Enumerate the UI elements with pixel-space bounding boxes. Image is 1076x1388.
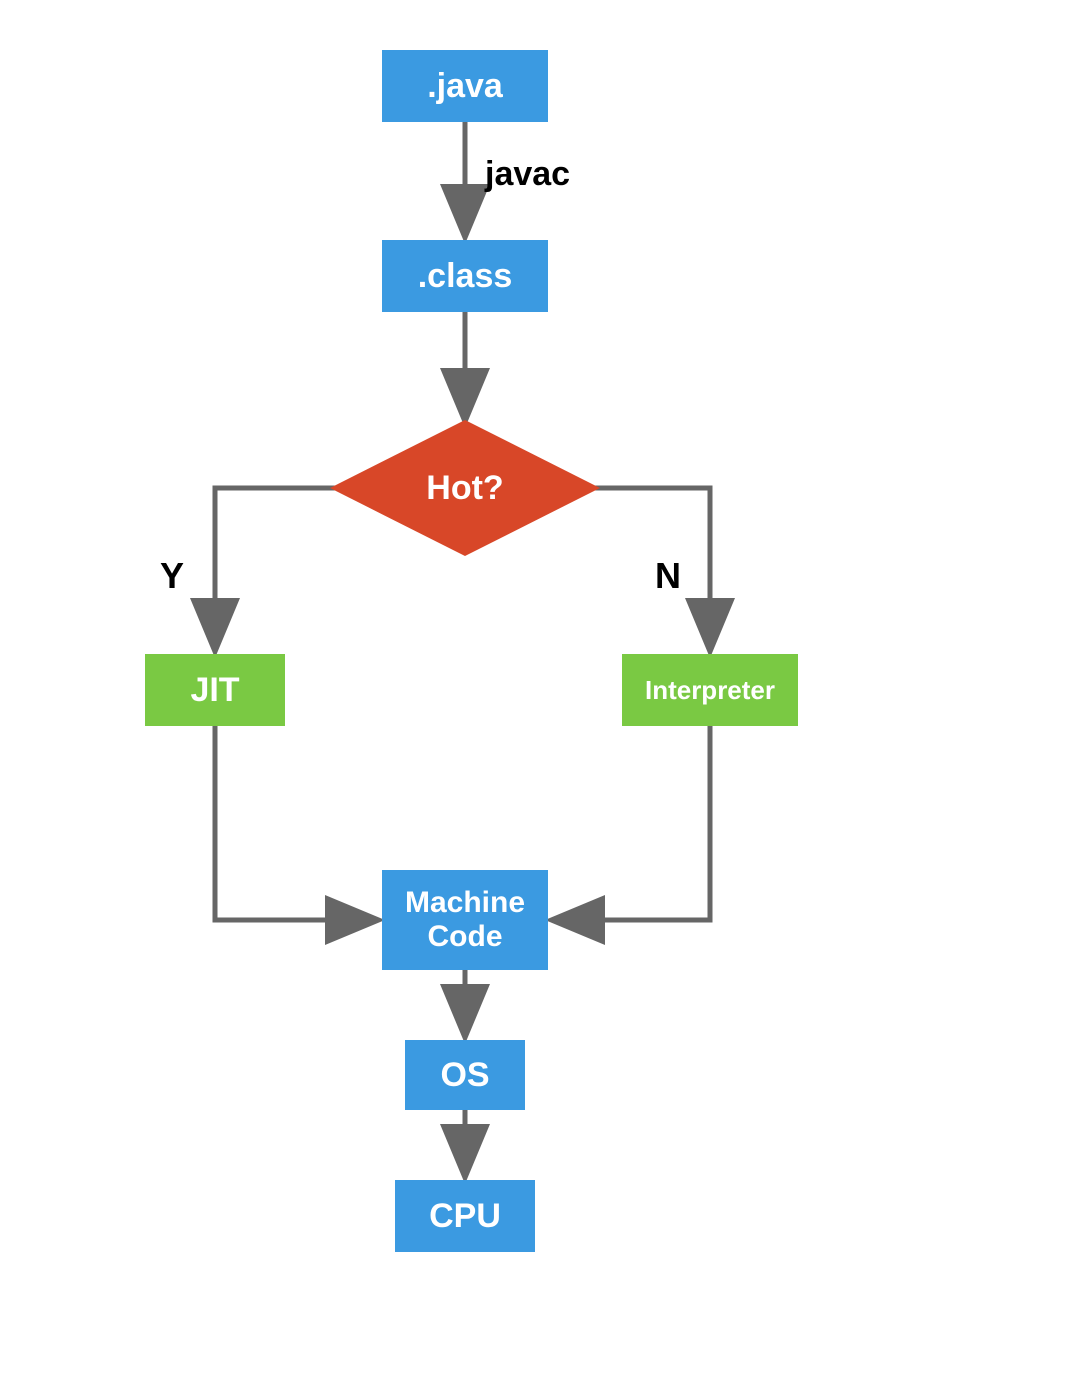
node-hot-decision: Hot? (330, 420, 600, 556)
edge-yes-label: Y (160, 555, 184, 597)
node-interpreter-label: Interpreter (645, 675, 775, 706)
node-jit-label: JIT (190, 671, 239, 710)
node-cpu: CPU (395, 1180, 535, 1252)
node-cpu-label: CPU (429, 1197, 501, 1236)
node-machine-code-label: Machine Code (382, 886, 548, 955)
node-class-label: .class (418, 257, 513, 296)
node-java-label: .java (427, 67, 503, 106)
edge-javac-label: javac (485, 155, 570, 194)
node-machine-code: Machine Code (382, 870, 548, 970)
node-os: OS (405, 1040, 525, 1110)
node-jit: JIT (145, 654, 285, 726)
node-class: .class (382, 240, 548, 312)
node-os-label: OS (440, 1056, 489, 1095)
node-java: .java (382, 50, 548, 122)
node-hot-label: Hot? (426, 469, 503, 508)
node-interpreter: Interpreter (622, 654, 798, 726)
edge-no-label: N (655, 555, 681, 597)
